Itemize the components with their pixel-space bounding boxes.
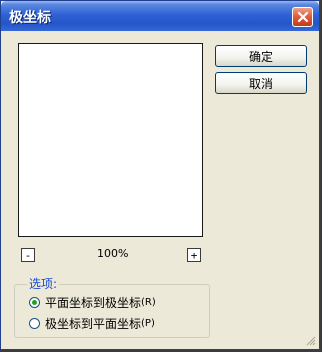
resize-grip-icon[interactable]	[306, 336, 316, 346]
radio-rect-to-polar[interactable]: 平面坐标到极坐标 (R)	[29, 294, 156, 311]
close-icon	[297, 11, 309, 23]
ok-button[interactable]: 确定	[215, 45, 307, 67]
radio-polar-to-rect-key: (P)	[141, 318, 155, 329]
cancel-button[interactable]: 取消	[215, 72, 307, 94]
radio-dot	[32, 300, 37, 305]
radio-rect-to-polar-label: 平面坐标到极坐标	[45, 296, 142, 310]
dialog-title: 极坐标	[9, 10, 51, 26]
zoom-in-button[interactable]: +	[187, 248, 201, 262]
options-legend: 选项:	[27, 275, 60, 292]
radio-button-selected[interactable]	[29, 297, 40, 308]
title-bar[interactable]: 极坐标	[1, 1, 319, 31]
preview-canvas	[18, 43, 203, 237]
polar-coordinates-dialog: 极坐标 确定 取消 - 100% + 选项: 平面坐标到极坐标 (R) 极坐标到…	[0, 0, 320, 350]
radio-polar-to-rect-label: 极坐标到平面坐标	[45, 317, 142, 331]
radio-rect-to-polar-key: (R)	[141, 297, 156, 308]
close-button[interactable]	[292, 7, 313, 27]
zoom-level: 100%	[97, 247, 129, 260]
radio-polar-to-rect[interactable]: 极坐标到平面坐标 (P)	[29, 315, 155, 332]
radio-button[interactable]	[29, 318, 40, 329]
zoom-out-button[interactable]: -	[21, 248, 35, 262]
